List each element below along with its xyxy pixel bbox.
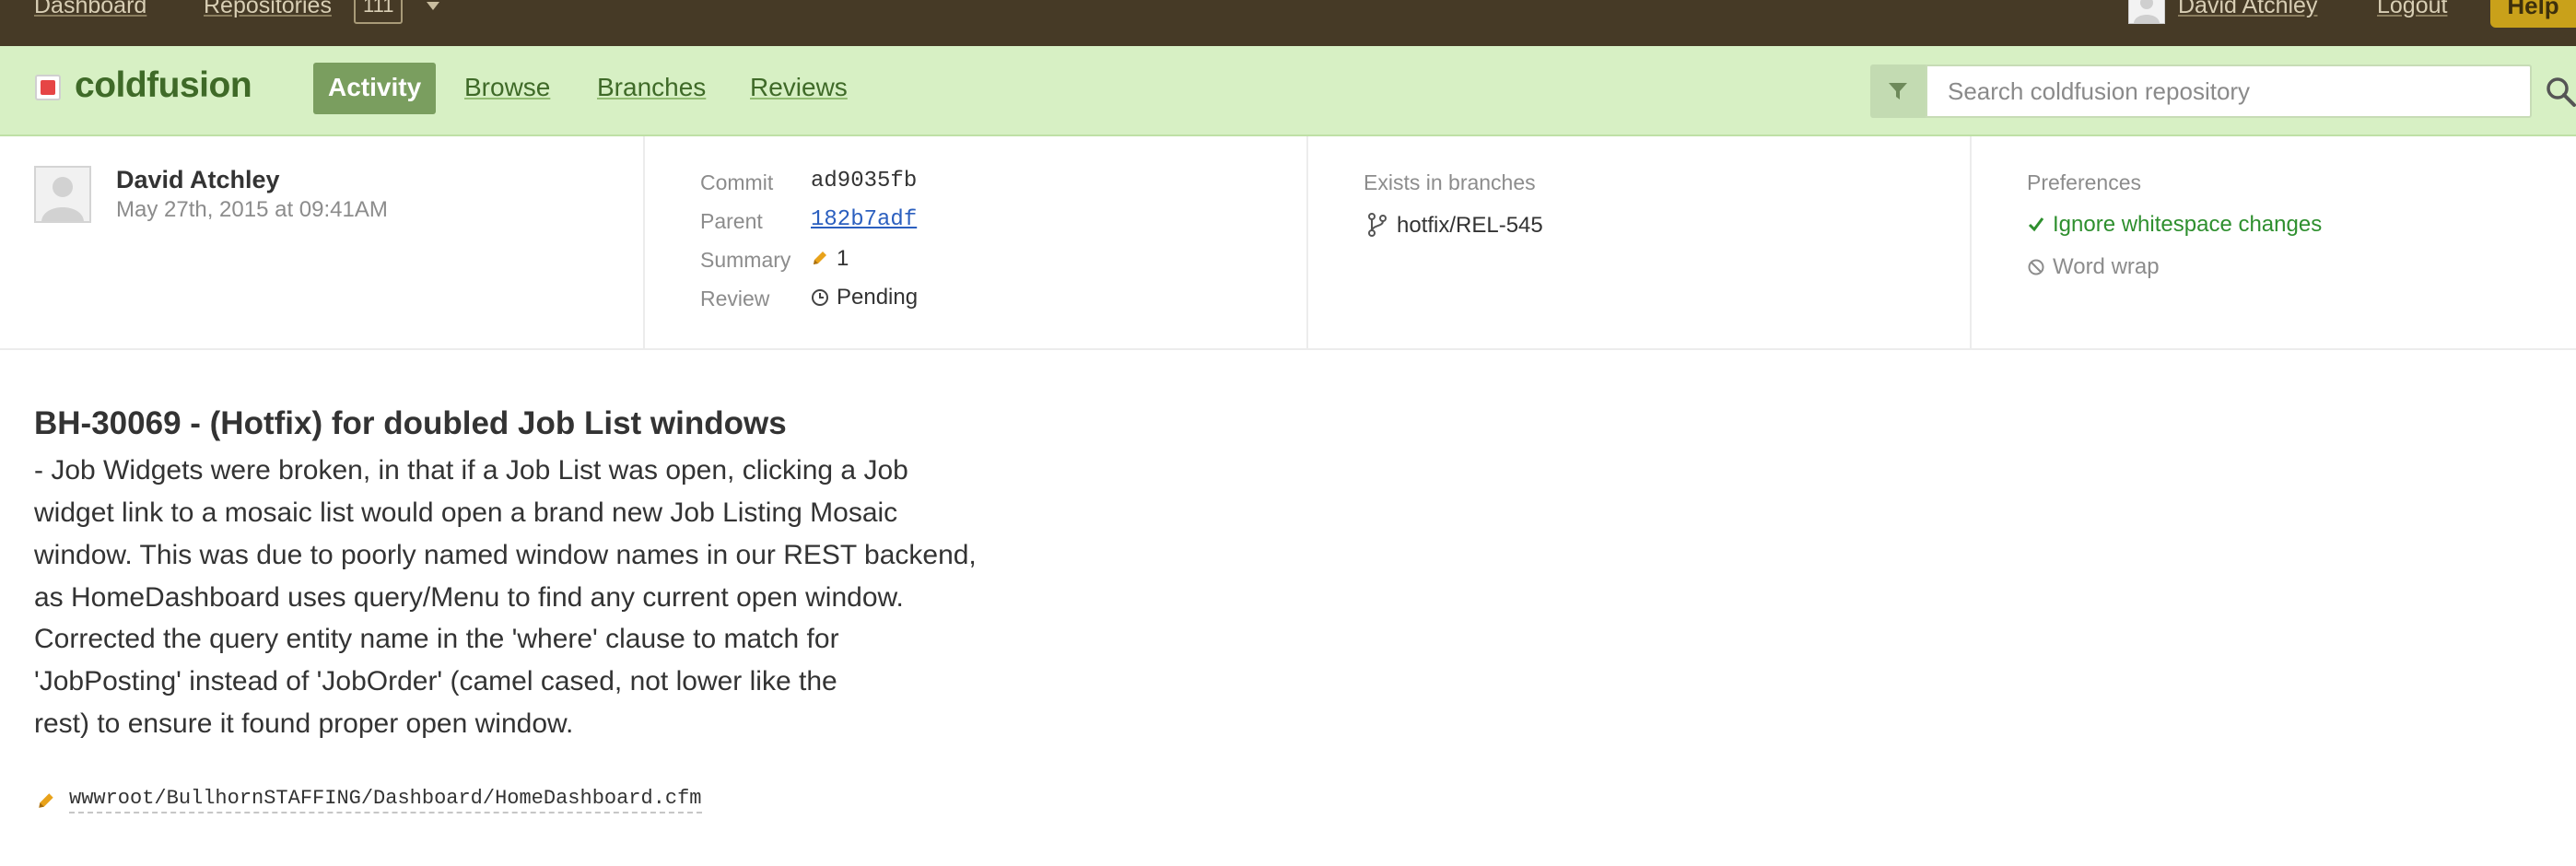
search-icon: [2547, 77, 2576, 107]
branches-title: Exists in branches: [1364, 170, 1536, 194]
branch-item[interactable]: hotfix/REL-545: [1365, 212, 1543, 239]
branch-name: hotfix/REL-545: [1397, 213, 1543, 238]
commit-hash: ad9035fb: [811, 169, 918, 193]
column-divider: [1970, 136, 1972, 348]
author-avatar: [34, 166, 91, 223]
ignore-whitespace-toggle[interactable]: Ignore whitespace changes: [2027, 212, 2322, 238]
commit-message-line: as HomeDashboard uses query/Menu to find…: [34, 582, 904, 613]
tab-reviews[interactable]: Reviews: [750, 63, 848, 114]
nav-user-link[interactable]: David Atchley: [2178, 0, 2317, 19]
filter-button[interactable]: [1870, 64, 1926, 118]
disabled-icon: [2028, 259, 2044, 275]
repositories-count-badge: 111: [354, 0, 404, 24]
commit-message-line: rest) to ensure it found proper open win…: [34, 708, 574, 739]
review-status: Pending: [811, 285, 918, 310]
commit-message-title: BH-30069 - (Hotfix) for doubled Job List…: [34, 405, 787, 441]
repository-status-icon: [35, 75, 61, 100]
commit-message-line: widget link to a mosaic list would open …: [34, 497, 898, 528]
nav-repositories-link[interactable]: Repositories: [204, 0, 332, 19]
preferences-title: Preferences: [2027, 170, 2142, 194]
tab-browse[interactable]: Browse: [464, 63, 550, 114]
commit-metadata: David Atchley May 27th, 2015 at 09:41AM …: [0, 136, 2576, 350]
pencil-icon: [814, 252, 826, 264]
branch-icon: [1368, 213, 1387, 237]
ignore-whitespace-label: Ignore whitespace changes: [2053, 212, 2323, 237]
tab-activity[interactable]: Activity: [313, 63, 437, 114]
commit-label: Commit: [700, 170, 774, 194]
pencil-icon: [39, 793, 53, 808]
commit-message-line: window. This was due to poorly named win…: [34, 540, 977, 570]
search-input[interactable]: [1926, 64, 2532, 118]
tab-branches[interactable]: Branches: [597, 63, 706, 114]
commit-message-line: Corrected the query entity name in the '…: [34, 624, 839, 654]
filter-icon: [1889, 83, 1907, 99]
check-icon: [2028, 217, 2044, 232]
top-nav-bar: Dashboard Repositories 111 David Atchley…: [0, 0, 2576, 46]
summary-count: 1: [837, 246, 849, 271]
column-divider: [1306, 136, 1308, 348]
parent-label: Parent: [700, 209, 763, 233]
changed-file-path[interactable]: wwwroot/BullhornSTAFFING/Dashboard/HomeD…: [69, 787, 702, 813]
commit-message-line: - Job Widgets were broken, in that if a …: [34, 455, 908, 486]
word-wrap-toggle[interactable]: Word wrap: [2027, 254, 2160, 280]
summary-label: Summary: [700, 248, 791, 272]
chevron-down-icon[interactable]: [427, 2, 439, 10]
nav-dashboard-link[interactable]: Dashboard: [34, 0, 146, 19]
search-button[interactable]: [2545, 74, 2576, 111]
help-button[interactable]: Help: [2490, 0, 2576, 28]
summary-value: 1: [811, 246, 849, 272]
author-name: David Atchley: [116, 166, 280, 193]
clock-icon: [812, 289, 828, 306]
review-label: Review: [700, 287, 770, 310]
repository-name[interactable]: coldfusion: [75, 65, 252, 106]
logout-link[interactable]: Logout: [2377, 0, 2447, 19]
parent-commit-link[interactable]: 182b7adf: [811, 207, 917, 232]
review-status-text: Pending: [837, 285, 919, 310]
word-wrap-label: Word wrap: [2053, 254, 2160, 279]
commit-date: May 27th, 2015 at 09:41AM: [116, 197, 388, 222]
column-divider: [643, 136, 645, 348]
repository-header: coldfusion Activity Browse Branches Revi…: [0, 46, 2576, 136]
commit-message-line: 'JobPosting' instead of 'JobOrder' (came…: [34, 666, 837, 696]
user-avatar[interactable]: [2128, 0, 2165, 24]
